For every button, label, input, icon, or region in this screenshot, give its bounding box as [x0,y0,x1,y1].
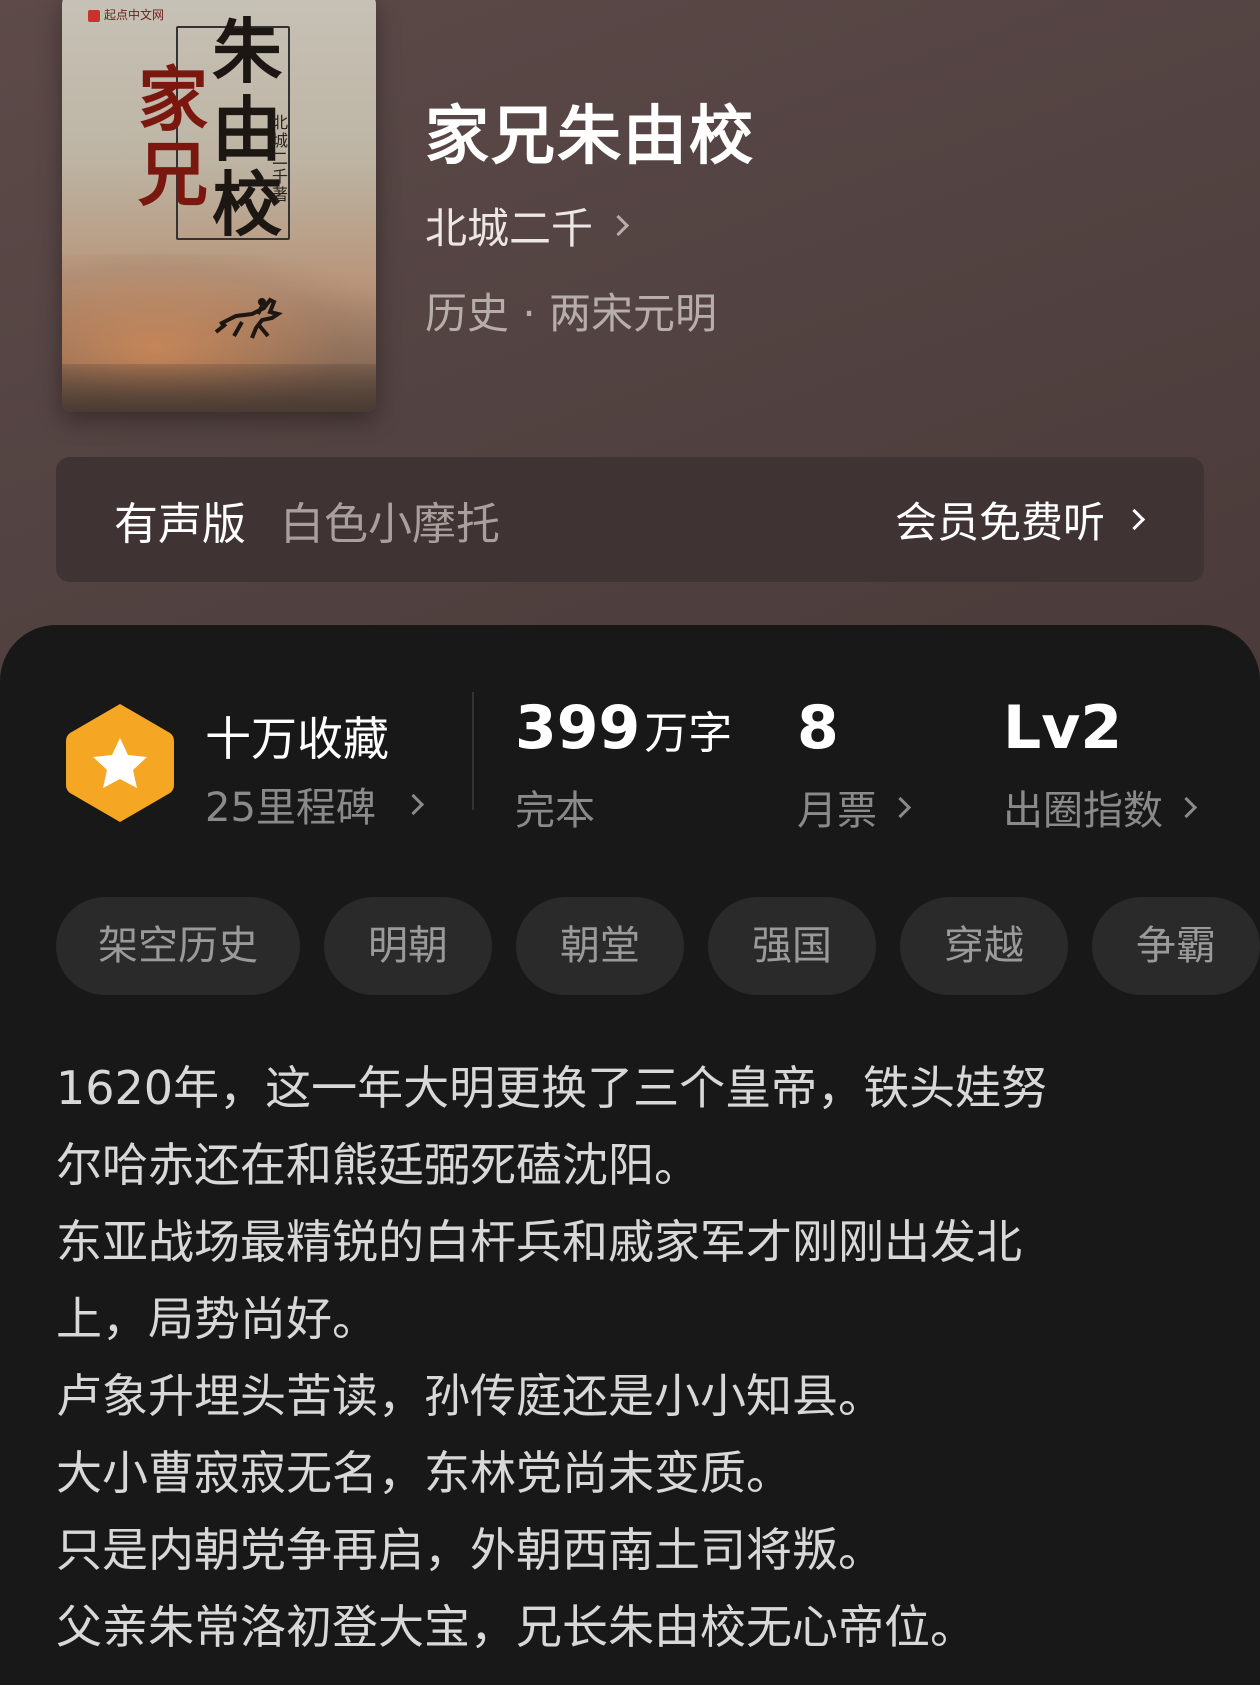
cover-publisher-badge: 起点中文网 [88,6,164,23]
book-header: 起点中文网 朱 家 由 兄 校 北城二千著 家兄朱由校 北城二千 历史 · 两宋… [0,0,1260,680]
book-cover-image[interactable]: 起点中文网 朱 家 由 兄 校 北城二千著 [62,0,376,412]
chevron-right-icon [1175,796,1198,818]
member-free-listen-label: 会员免费听 [894,498,1105,547]
audiobook-narrator: 白色小摩托 [280,498,500,550]
audiobook-bar[interactable]: 有声版 白色小摩托 会员免费听 [56,457,1204,582]
word-count-unit: 万字 [644,708,733,759]
cover-title-char: 家 [138,58,208,141]
chevron-right-icon [402,793,425,815]
tag-chip[interactable]: 强国 [708,897,876,995]
monthly-tickets-label: 月票 [797,788,877,834]
book-synopsis[interactable]: 1620年，这一年大明更换了三个皇帝，铁头娃努 尔哈赤还在和熊廷弼死磕沈阳。 东… [56,1050,1216,1666]
milestone-link[interactable]: 25里程碑 [205,775,425,833]
synopsis-line: 只是内朝党争再启，外朝西南土司将叛。 [56,1523,884,1577]
monthly-tickets-link[interactable]: 月票 [797,778,912,836]
horse-rider-icon [214,297,283,339]
breakout-index-link[interactable]: 出圈指数 [1003,778,1198,836]
word-count-value: 399 [515,693,641,763]
star-hexagon-icon [66,704,174,822]
synopsis-line: 1620年，这一年大明更换了三个皇帝，铁头娃努 [56,1061,1048,1115]
milestone-label: 25里程碑 [205,785,376,831]
tag-list: 架空历史 明朝 朝堂 强国 穿越 争霸 [56,897,1260,997]
tag-chip[interactable]: 穿越 [900,897,1068,995]
collection-count[interactable]: 十万收藏 [205,703,389,769]
author-link[interactable]: 北城二千 [425,195,630,256]
member-free-listen-button[interactable]: 会员免费听 [894,489,1146,550]
chevron-right-icon [889,796,912,818]
breakout-level: Lv2 [1003,693,1123,763]
cover-author-vertical: 北城二千著 [272,113,289,204]
tag-chip[interactable]: 明朝 [324,897,492,995]
tag-chip[interactable]: 架空历史 [56,897,300,995]
audiobook-label: 有声版 [114,498,246,550]
book-title: 家兄朱由校 [425,99,755,174]
tag-chip[interactable]: 朝堂 [516,897,684,995]
synopsis-line: 尔哈赤还在和熊廷弼死磕沈阳。 [56,1138,700,1192]
monthly-tickets-count: 8 [797,693,839,763]
cover-title-char: 兄 [138,133,208,216]
tag-chip[interactable]: 争霸 [1092,897,1260,995]
book-genre[interactable]: 历史 · 两宋元明 [425,280,717,341]
stats-divider [472,692,474,810]
synopsis-line: 东亚战场最精锐的白杆兵和戚家军才刚刚出发北 [56,1215,1022,1269]
chevron-right-icon [1123,508,1146,531]
synopsis-line: 卢象升埋头苦读，孙传庭还是小小知县。 [56,1369,884,1423]
cover-ground [62,364,376,412]
synopsis-line: 上，局势尚好。 [56,1292,378,1346]
synopsis-line: 父亲朱常洛初登大宝，兄长朱由校无心帝位。 [56,1600,976,1654]
chevron-right-icon [607,214,630,237]
author-name: 北城二千 [425,204,594,253]
synopsis-line: 大小曹寂寂无名，东林党尚未变质。 [56,1446,792,1500]
word-count: 399万字 [515,693,732,763]
breakout-index-label: 出圈指数 [1003,788,1163,834]
cover-title-char: 朱 [212,10,282,93]
completion-status: 完本 [515,788,595,834]
